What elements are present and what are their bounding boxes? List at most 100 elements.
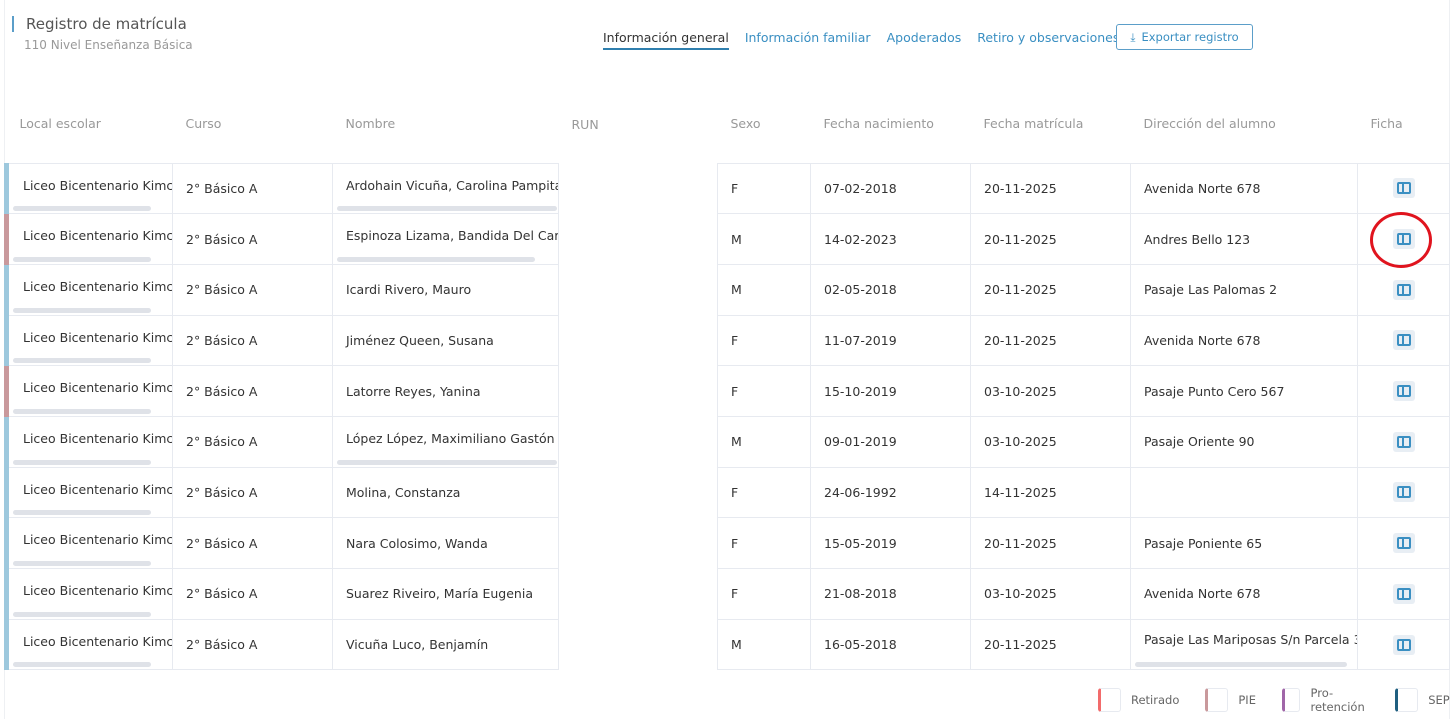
curso-value: 2° Básico A: [186, 231, 258, 247]
cell-local-escolar: Liceo Bicentenario Kimch: [4, 618, 173, 671]
cell-run: [558, 213, 718, 265]
tab-retiro-observaciones[interactable]: Retiro y observaciones: [977, 30, 1119, 50]
cell-direccion: Pasaje Punto Cero 567: [1130, 365, 1358, 417]
ficha-button[interactable]: [1393, 279, 1415, 300]
fecha-matricula-value: 20-11-2025: [984, 231, 1057, 247]
table-row[interactable]: Liceo Bicentenario Kimch 2° Básico A Icard…: [4, 263, 1450, 316]
cell-nombre: Espinoza Lizama, Bandida Del Carm: [332, 213, 559, 265]
table-row[interactable]: Liceo Bicentenario Kimch 2° Básico A Nara …: [4, 517, 1450, 569]
tab-bar: Información general Información familiar…: [603, 30, 1119, 50]
fecha-matricula-value: 20-11-2025: [984, 637, 1057, 653]
horizontal-scrollbar[interactable]: [13, 408, 151, 414]
horizontal-scrollbar[interactable]: [1135, 662, 1347, 668]
table-row[interactable]: Liceo Bicentenario Kimch 2° Básico A Molin…: [4, 466, 1450, 519]
download-icon: ⤓: [1130, 29, 1136, 44]
cell-fecha-nacimiento: 09-01-2019: [810, 415, 971, 468]
sexo-value: M: [731, 637, 742, 653]
horizontal-scrollbar[interactable]: [13, 662, 151, 668]
cell-run: [558, 619, 718, 670]
column-header-sexo: Sexo: [730, 116, 761, 132]
horizontal-scrollbar[interactable]: [13, 307, 151, 313]
panel-icon: [1397, 182, 1411, 195]
horizontal-scrollbar[interactable]: [13, 256, 151, 262]
horizontal-scrollbar[interactable]: [337, 256, 535, 262]
page-subtitle: 110 Nivel Enseñanza Básica: [24, 38, 193, 52]
horizontal-scrollbar[interactable]: [13, 459, 151, 465]
ficha-button[interactable]: [1393, 583, 1415, 604]
cell-fecha-matricula: 03-10-2025: [970, 568, 1131, 620]
legend-item: Retirado: [1098, 688, 1179, 712]
ficha-button[interactable]: [1393, 381, 1415, 402]
cell-fecha-nacimiento: 24-06-1992: [810, 466, 971, 519]
cell-sexo: F: [717, 466, 811, 519]
cell-direccion: Avenida Norte 678: [1130, 568, 1358, 620]
cell-direccion: Avenida Norte 678: [1130, 162, 1358, 215]
fecha-matricula-value: 14-11-2025: [984, 484, 1057, 500]
tab-informacion-general[interactable]: Información general: [603, 30, 729, 50]
cell-fecha-matricula: 20-11-2025: [970, 162, 1131, 215]
legend-item: PIE: [1205, 688, 1256, 712]
cell-sexo: M: [717, 213, 811, 265]
cell-local-escolar: Liceo Bicentenario Kimch: [4, 314, 173, 367]
table-row[interactable]: Liceo Bicentenario Kimch 2° Básico A Vicuñ…: [4, 618, 1450, 671]
cell-direccion: Andres Bello 123: [1130, 213, 1358, 265]
cell-run: [558, 416, 718, 468]
highlight-annotation: [1370, 212, 1432, 268]
horizontal-scrollbar[interactable]: [13, 358, 151, 364]
cell-fecha-matricula: 03-10-2025: [970, 365, 1131, 417]
export-label: Exportar registro: [1141, 30, 1239, 44]
fecha-nacimiento-value: 09-01-2019: [824, 434, 897, 450]
cell-fecha-nacimiento: 07-02-2018: [810, 162, 971, 215]
table-row[interactable]: Liceo Bicentenario Kimch 2° Básico A Jimén…: [4, 314, 1450, 367]
ficha-button[interactable]: [1393, 634, 1415, 655]
table-row[interactable]: Liceo Bicentenario Kimch 2° Básico A Espin…: [4, 213, 1450, 265]
horizontal-scrollbar[interactable]: [337, 206, 557, 212]
ficha-button[interactable]: [1393, 178, 1415, 199]
table-row[interactable]: Liceo Bicentenario Kimch 2° Básico A Ardoh…: [4, 162, 1450, 215]
legend-swatch: [1281, 688, 1301, 712]
fecha-nacimiento-value: 15-05-2019: [824, 535, 897, 551]
ficha-button[interactable]: [1393, 482, 1415, 503]
panel-icon: [1397, 486, 1411, 499]
table-row[interactable]: Liceo Bicentenario Kimch 2° Básico A Suare…: [4, 568, 1450, 620]
direccion-value: Pasaje Punto Cero 567: [1144, 383, 1285, 399]
nombre-value: Latorre Reyes, Yanina: [346, 383, 481, 399]
table-row[interactable]: Liceo Bicentenario Kimch 2° Básico A López…: [4, 415, 1450, 468]
nombre-value: Icardi Rivero, Mauro: [346, 282, 472, 298]
sexo-value: F: [731, 332, 739, 348]
direccion-value: Avenida Norte 678: [1144, 332, 1261, 348]
cell-fecha-nacimiento: 02-05-2018: [810, 263, 971, 316]
nombre-value: Ardohain Vicuña, Carolina Pampita: [346, 177, 559, 193]
horizontal-scrollbar[interactable]: [13, 510, 151, 516]
cell-direccion: [1130, 466, 1358, 519]
table-row[interactable]: Liceo Bicentenario Kimch 2° Básico A Lator…: [4, 365, 1450, 417]
cell-sexo: F: [717, 162, 811, 215]
horizontal-scrollbar[interactable]: [13, 561, 151, 566]
legend-label: Retirado: [1131, 693, 1180, 707]
cell-ficha: [1357, 314, 1450, 367]
cell-curso: 2° Básico A: [172, 162, 333, 215]
column-header-direccion: Dirección del alumno: [1143, 116, 1276, 132]
tab-informacion-familiar[interactable]: Información familiar: [745, 30, 871, 50]
ficha-button[interactable]: [1393, 533, 1415, 554]
cell-nombre: Vicuña Luco, Benjamín: [332, 618, 559, 671]
horizontal-scrollbar[interactable]: [13, 611, 151, 617]
ficha-button[interactable]: [1393, 330, 1415, 351]
nombre-value: Suarez Riveiro, María Eugenia: [346, 586, 533, 602]
nombre-value: Jiménez Queen, Susana: [346, 332, 494, 348]
cell-direccion: Avenida Norte 678: [1130, 314, 1358, 367]
legend-swatch: [1205, 688, 1229, 712]
cell-run: [558, 163, 718, 214]
cell-fecha-matricula: 20-11-2025: [970, 314, 1131, 367]
cell-run: [558, 365, 718, 417]
export-button[interactable]: ⤓ Exportar registro: [1116, 24, 1253, 50]
horizontal-scrollbar[interactable]: [13, 206, 151, 212]
tab-apoderados[interactable]: Apoderados: [887, 30, 962, 50]
horizontal-scrollbar[interactable]: [337, 459, 557, 465]
cell-fecha-nacimiento: 11-07-2019: [810, 314, 971, 367]
direccion-value: Andres Bello 123: [1144, 231, 1251, 247]
cell-run: [558, 467, 718, 518]
curso-value: 2° Básico A: [186, 383, 258, 399]
cell-nombre: Latorre Reyes, Yanina: [332, 365, 559, 417]
ficha-button[interactable]: [1393, 431, 1415, 452]
